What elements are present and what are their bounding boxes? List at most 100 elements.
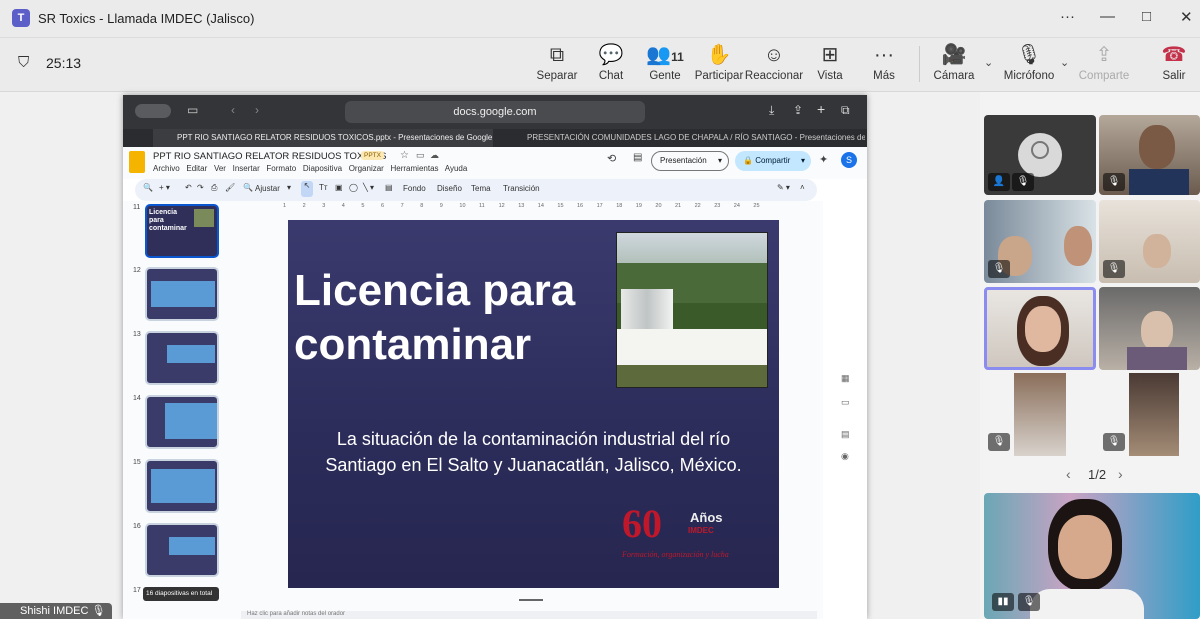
move-folder-icon[interactable]: ▭ [416,150,425,161]
view-button[interactable]: ⊞ Vista [800,42,860,82]
participant-tile[interactable]: 🎙 [984,200,1096,283]
menu-diapositiva[interactable]: Diapositiva [303,164,342,173]
raise-hand-button[interactable]: ✋ Participar [689,42,749,82]
sidebar-toggle-icon[interactable] [135,104,171,118]
pen-icon[interactable]: ✎ ▾ [777,183,790,192]
menu-editar[interactable]: Editar [186,164,207,173]
tab-ppt-rio-santiago[interactable]: PPT RIO SANTIAGO RELATOR RESIDUOS TOXICO… [153,129,493,147]
undo-icon[interactable]: ↶ [185,183,192,192]
more-options-button[interactable]: ··· [1060,8,1075,25]
redo-icon[interactable]: ↷ [197,183,204,192]
forward-icon[interactable]: › [255,103,259,117]
gallery-pagination: 1/2 [1088,467,1107,482]
download-icon[interactable]: ⤓ [769,103,774,118]
mic-options-chevron-icon[interactable]: ⌄ [1060,56,1069,69]
microphone-button[interactable]: 🎙 Micrófono [999,42,1059,82]
thumb-number: 15 [133,459,141,466]
layout-button[interactable]: Diseño [437,184,462,193]
participant-tile-no-video[interactable]: 👤 🎙 [984,115,1096,195]
history-icon[interactable]: ⟲ [607,152,616,165]
speaker-notes[interactable]: Haz clic para añadir notas del orador [241,611,817,619]
participant-tile[interactable]: 🎙 [984,373,1096,456]
slide-subtitle: La situación de la contaminación industr… [325,429,742,475]
menu-organizar[interactable]: Organizar [349,164,384,173]
self-view-tile[interactable]: ▮▮ 🎙 [984,493,1200,619]
star-icon[interactable]: ☆ [400,150,409,161]
select-cursor-icon[interactable]: ↖ [301,181,313,197]
keep-icon[interactable]: ▦ [841,373,850,384]
folder-icon[interactable]: ▭ [841,397,850,408]
share-icon[interactable]: ⇪ [793,103,803,117]
new-tab-icon[interactable]: + [817,101,825,117]
people-button[interactable]: 👥11 Gente [635,42,695,82]
participant-tile[interactable]: 🎙 [1099,373,1200,456]
participant-tile-speaking[interactable] [984,287,1096,370]
previous-page-chevron-icon[interactable]: ‹ [1066,466,1071,482]
ruler-tick-label: 10 [459,203,466,209]
slide-thumbnail-11[interactable]: Licencia para contaminar [145,204,219,258]
participant-tile[interactable]: 🎙 [1099,200,1200,283]
gemini-sparkle-icon[interactable]: ✦ [819,153,828,166]
menu-insertar[interactable]: Insertar [233,164,260,173]
address-bar[interactable]: docs.google.com [345,101,645,123]
tasks-icon[interactable]: ▤ [841,429,850,440]
account-avatar[interactable]: S [841,152,857,168]
paint-format-icon[interactable]: 🖌 [225,183,235,192]
comments-icon[interactable]: ▤ [633,152,642,163]
browser-toolbar: ▭ ‹ › docs.google.com ⤓ ⇪ + ⧉ [123,95,867,129]
slide-thumbnail-12[interactable] [145,267,219,321]
tab-presentacion-comunidades[interactable]: PRESENTACIÓN COMUNIDADES LAGO DE CHAPALA… [503,129,865,147]
resize-handle[interactable] [519,599,543,601]
react-button[interactable]: ☺ Reaccionar [744,42,804,82]
transition-button[interactable]: Transición [503,184,540,193]
participant-tile[interactable] [1099,287,1200,370]
slide-thumbnail-14[interactable] [145,395,219,449]
pop-out-button[interactable]: ⧉ Separar [527,42,587,82]
camera-options-chevron-icon[interactable]: ⌄ [984,56,993,69]
new-slide-icon[interactable]: + ▾ [159,183,170,192]
leave-button[interactable]: ☎ Salir [1144,42,1200,82]
chevron-down-icon[interactable]: ▾ [287,183,291,192]
participant-face [1141,311,1173,351]
search-menus-icon[interactable]: 🔍 [143,183,153,192]
background-button[interactable]: Fondo [403,184,426,193]
zoom-fit-dropdown[interactable]: Ajustar [255,184,280,193]
share-content-button[interactable]: ⇪ Comparte [1074,42,1134,82]
slide-thumbnail-15[interactable] [145,459,219,513]
slideshow-button[interactable]: Presentación ▾ [651,151,729,171]
current-slide[interactable]: Licencia para contaminar La situación de … [288,220,779,588]
tab-overview-icon[interactable]: ⧉ [841,103,850,118]
thumb-content [167,345,215,363]
more-button[interactable]: ··· Más [854,42,914,82]
menu-ver[interactable]: Ver [214,164,226,173]
menu-formato[interactable]: Formato [266,164,296,173]
participant-tile[interactable]: 🎙 [1099,115,1200,195]
print-icon[interactable]: ⎙ [211,183,217,193]
zoom-icon[interactable]: 🔍 [243,183,253,192]
mic-off-icon: 🎙 [988,260,1010,278]
menu-archivo[interactable]: Archivo [153,164,180,173]
theme-button[interactable]: Tema [471,184,491,193]
menu-ayuda[interactable]: Ayuda [445,164,468,173]
slide-thumbnail-13[interactable] [145,331,219,385]
line-icon[interactable]: ╲ ▾ [363,183,374,192]
text-box-icon[interactable]: Tт [319,183,328,192]
close-button[interactable]: ✕ [1180,8,1193,26]
shape-icon[interactable]: ◯ [349,183,358,192]
maximize-button[interactable]: □ [1142,8,1151,25]
next-page-chevron-icon[interactable]: › [1118,466,1123,482]
slide-filmstrip: 11 Licencia para contaminar 12 13 14 15 … [123,201,233,619]
share-button[interactable]: 🔒 Compartir ▾ [735,151,811,171]
tabs-overview-icon[interactable]: ▭ [187,103,198,117]
slide-thumbnail-16[interactable] [145,523,219,577]
chat-button[interactable]: 💬 Chat [581,42,641,82]
menu-herramientas[interactable]: Herramientas [391,164,439,173]
minimize-button[interactable]: — [1100,8,1115,25]
comment-icon[interactable]: ▤ [385,183,393,192]
back-icon[interactable]: ‹ [231,103,235,117]
image-icon[interactable]: ▣ [335,183,343,192]
collapse-chevron-icon[interactable]: ˄ [800,183,805,192]
document-title[interactable]: PPT RIO SANTIAGO RELATOR RESIDUOS TOXICO… [153,151,387,162]
camera-button[interactable]: 🎥 Cámara [924,42,984,82]
maps-icon[interactable]: ◉ [841,451,849,462]
